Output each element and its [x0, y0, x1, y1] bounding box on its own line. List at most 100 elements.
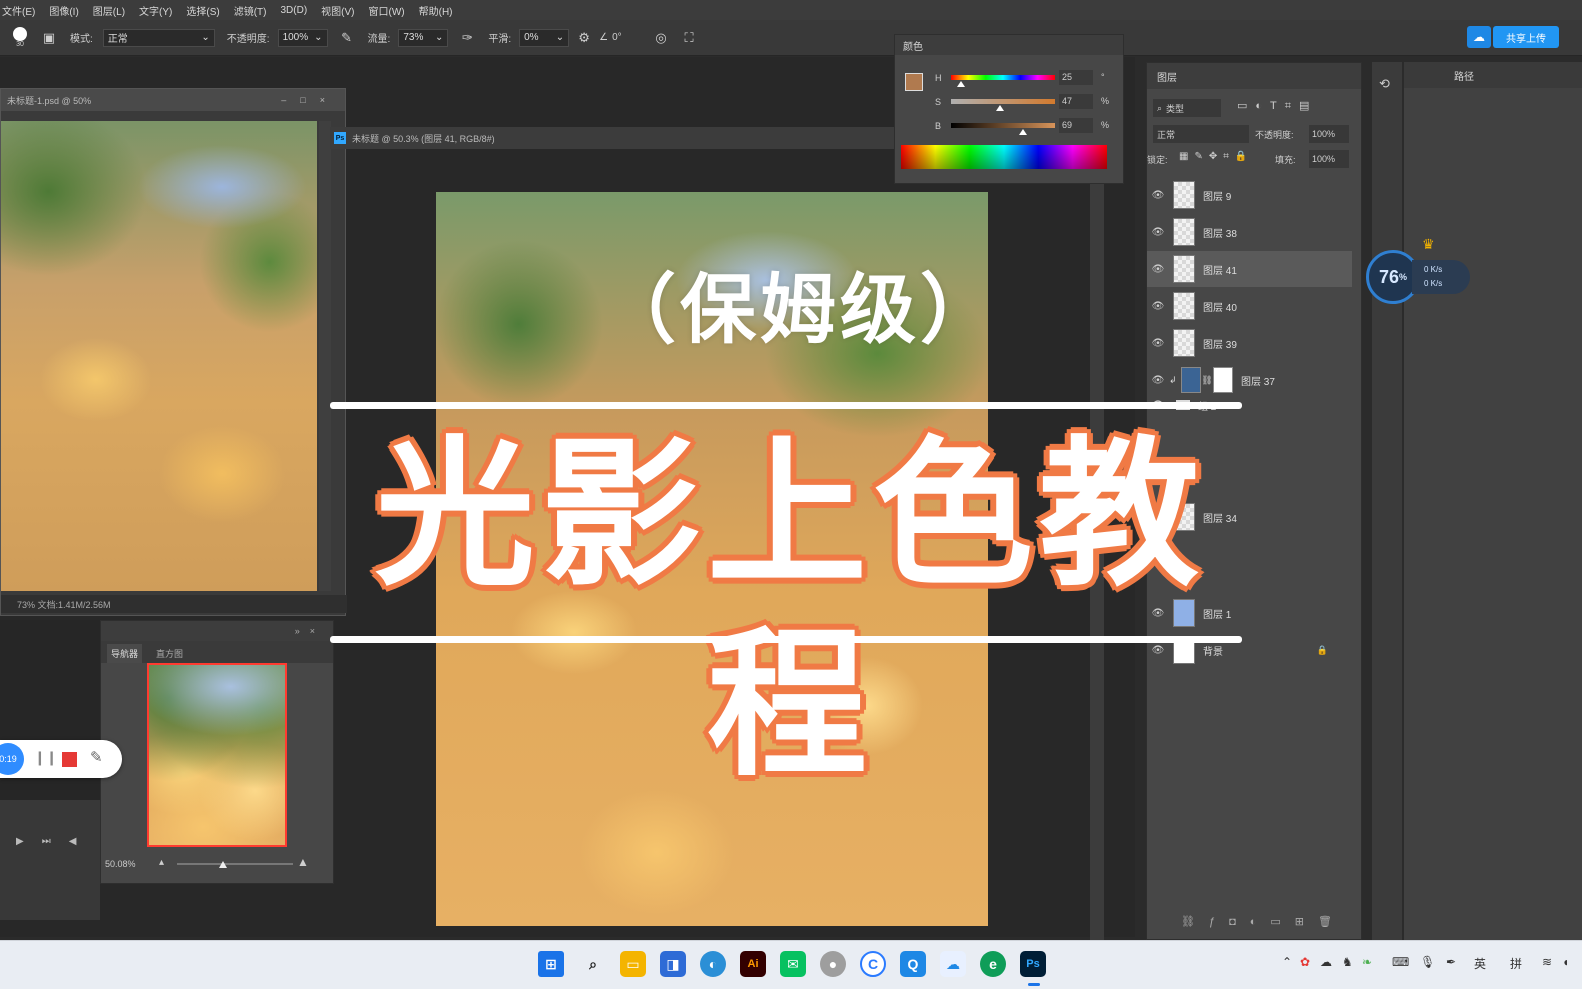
blend-mode-select[interactable]: 正常	[1153, 125, 1249, 143]
wechat-icon[interactable]: ✉	[780, 951, 806, 977]
pen-icon[interactable]: ✎	[90, 748, 103, 766]
cloud-drive-icon[interactable]: ☁	[940, 951, 966, 977]
wifi-icon[interactable]: ≋	[1542, 955, 1552, 969]
fill-value[interactable]: 100%	[1309, 150, 1349, 168]
color-spectrum-ramp[interactable]	[901, 145, 1107, 169]
qq-icon[interactable]: ♞	[1342, 955, 1353, 969]
zoom-out-icon[interactable]: ▴	[159, 857, 164, 868]
layer-row[interactable]: 👁 ↲ ⛓ 图层 37	[1147, 362, 1352, 398]
qq-browser-icon[interactable]: Q	[900, 951, 926, 977]
airbrush-icon[interactable]: ✑	[458, 29, 476, 47]
illustrator-icon[interactable]: Ai	[740, 951, 766, 977]
pause-icon[interactable]: ❙❙	[34, 749, 57, 766]
microphone-icon[interactable]: 🎙	[1420, 955, 1435, 969]
layer-opacity-value[interactable]: 100%	[1309, 125, 1349, 143]
saturation-slider-thumb[interactable]	[996, 105, 1004, 111]
menu-image[interactable]: 图像(I)	[49, 3, 78, 18]
eye-icon[interactable]: 👁	[1147, 375, 1169, 386]
menu-layer[interactable]: 图层(L)	[93, 3, 125, 18]
menu-window[interactable]: 窗口(W)	[369, 3, 405, 18]
gear-icon[interactable]: ⚙	[575, 29, 593, 47]
foreground-color-swatch[interactable]	[905, 73, 923, 91]
chrome-like-icon[interactable]: C	[860, 951, 886, 977]
saturation-value[interactable]: 47	[1059, 94, 1093, 109]
minimize-icon[interactable]: –	[281, 95, 300, 105]
brush-preset-picker[interactable]: 30	[0, 27, 40, 48]
layer-row[interactable]: 👁 图层 39	[1147, 325, 1352, 361]
menu-file[interactable]: 文件(E)	[2, 3, 35, 18]
navigator-zoom-slider[interactable]	[177, 863, 293, 865]
navigator-zoom-thumb[interactable]	[219, 861, 227, 868]
layer-row[interactable]: 👁 图层 9	[1147, 177, 1352, 213]
eye-icon[interactable]: 👁	[1147, 301, 1169, 312]
navigator-panel-controls[interactable]: »×	[101, 621, 333, 641]
navigator-tab[interactable]: 导航器	[107, 644, 143, 663]
layer-row-selected[interactable]: 👁 图层 41	[1147, 251, 1352, 287]
side-reference-photo[interactable]	[1, 121, 317, 591]
eye-icon[interactable]: 👁	[1147, 227, 1169, 238]
edge-icon[interactable]: e	[980, 951, 1006, 977]
file-explorer-icon[interactable]: ▭	[620, 951, 646, 977]
zoom-in-icon[interactable]: ▲	[297, 855, 309, 869]
hue-value[interactable]: 25	[1059, 70, 1093, 85]
opacity-field[interactable]: 100% ⌄	[277, 28, 328, 47]
tray-leaf-icon[interactable]: ❧	[1362, 955, 1372, 969]
speaker-icon[interactable]: ◖	[1562, 955, 1569, 969]
history-icon[interactable]: ⟲	[1379, 76, 1390, 92]
histogram-tab[interactable]: 直方图	[152, 644, 187, 663]
browser-icon[interactable]: ◐	[700, 951, 726, 977]
paths-tab[interactable]: 路径	[1454, 68, 1474, 83]
navigator-preview[interactable]	[147, 663, 287, 847]
close-icon[interactable]: ×	[320, 95, 339, 105]
navigator-zoom-value[interactable]: 50.08%	[105, 859, 136, 869]
eye-icon[interactable]: 👁	[1147, 338, 1169, 349]
layers-tab[interactable]: 图层	[1157, 69, 1177, 84]
layers-footer-icons[interactable]: ⛓ƒ◘◐▭⊞🗑	[1181, 915, 1346, 928]
timeline-playback-icons[interactable]: ▶⏭◀	[16, 836, 94, 847]
saturation-slider[interactable]	[951, 99, 1055, 104]
menu-3d[interactable]: 3D(D)	[281, 5, 308, 16]
windows-start-icon[interactable]: ⊞	[538, 951, 564, 977]
ime-mode-indicator[interactable]: 拼	[1510, 955, 1522, 972]
cloud-icon[interactable]: ☁	[1467, 26, 1491, 48]
app-icon[interactable]: ●	[820, 951, 846, 977]
store-icon[interactable]: ◨	[660, 951, 686, 977]
maximize-icon[interactable]: □	[300, 95, 319, 105]
eye-icon[interactable]: 👁	[1147, 190, 1169, 201]
menu-help[interactable]: 帮助(H)	[419, 3, 453, 18]
menu-view[interactable]: 视图(V)	[321, 3, 354, 18]
keyboard-icon[interactable]: ⌨	[1392, 955, 1409, 969]
brightness-slider-thumb[interactable]	[1019, 129, 1027, 135]
menu-filter[interactable]: 滤镜(T)	[234, 3, 267, 18]
brightness-slider[interactable]	[951, 123, 1055, 128]
layer-row[interactable]: 👁 图层 38	[1147, 214, 1352, 250]
angle-value[interactable]: 0°	[612, 32, 652, 43]
tray-app-icon[interactable]: ✿	[1300, 955, 1310, 969]
smoothing-field[interactable]: 0% ⌄	[519, 28, 570, 47]
pressure-size-icon[interactable]: ◎	[652, 29, 670, 47]
layer-row[interactable]: 👁 图层 40	[1147, 288, 1352, 324]
mode-select[interactable]: 正常 ⌄	[102, 28, 215, 47]
input-language-indicator[interactable]: 英	[1474, 955, 1486, 972]
onedrive-icon[interactable]: ☁	[1320, 955, 1332, 969]
stop-icon[interactable]	[62, 752, 77, 767]
hue-slider[interactable]	[951, 75, 1055, 80]
chevron-up-icon[interactable]: ⌃	[1282, 955, 1292, 969]
flow-field[interactable]: 73% ⌄	[398, 28, 449, 47]
symmetry-icon[interactable]: ⛶	[680, 29, 698, 47]
search-icon[interactable]: ⌕	[580, 951, 606, 977]
menu-type[interactable]: 文字(Y)	[139, 3, 172, 18]
pressure-opacity-icon[interactable]: ✎	[338, 29, 356, 47]
photoshop-icon[interactable]: Ps	[1020, 951, 1046, 977]
eye-icon[interactable]: 👁	[1147, 264, 1169, 275]
lock-icons[interactable]: ▦✎✥⌗🔒	[1179, 151, 1253, 162]
hue-slider-thumb[interactable]	[957, 81, 965, 87]
menu-select[interactable]: 选择(S)	[186, 3, 219, 18]
brightness-value[interactable]: 69	[1059, 118, 1093, 133]
share-upload-button[interactable]: 共享上传	[1493, 26, 1559, 48]
layer-filter-select[interactable]: ⌕ 类型	[1153, 99, 1221, 117]
brush-settings-icon[interactable]: ▣	[40, 29, 58, 47]
performance-widget[interactable]: 76% 0 K/s 0 K/s ♛	[1366, 236, 1470, 304]
pen-tray-icon[interactable]: ✒	[1446, 955, 1456, 969]
layer-filter-icons[interactable]: ▭◐T⌗▤	[1237, 99, 1317, 113]
